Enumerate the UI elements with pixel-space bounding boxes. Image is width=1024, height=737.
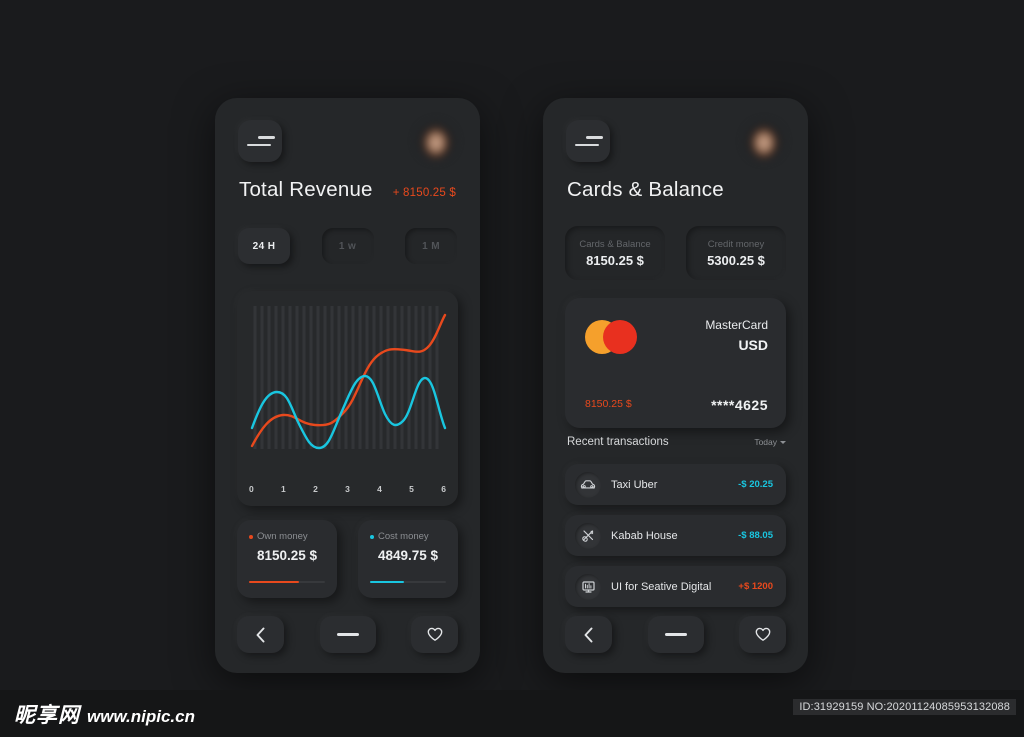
xtick-2: 2: [313, 484, 318, 494]
xtick-5: 5: [409, 484, 414, 494]
site-watermark: 昵享网 www.nipic.cn: [14, 699, 195, 729]
transactions-header: Recent transactions Today: [567, 436, 786, 448]
transactions-filter[interactable]: Today: [754, 437, 786, 447]
xtick-3: 3: [345, 484, 350, 494]
card-amount: 8150.25 $: [585, 398, 632, 410]
range-selector: 24 H 1 w 1 M: [238, 228, 457, 264]
card-brand: MasterCard: [705, 318, 768, 332]
hamburger-menu-icon[interactable]: [566, 120, 610, 162]
balance-card-credit-value: 5300.25 $: [707, 252, 765, 268]
footer-watermark-bar: 昵享网 www.nipic.cn ID:31929159 NO:20201124…: [0, 690, 1024, 737]
money-card-own-track: [249, 580, 325, 583]
phone-left-total-revenue: Total Revenue + 8150.25 $ 24 H 1 w 1 M 0…: [215, 98, 480, 673]
transaction-name: Taxi Uber: [611, 478, 658, 491]
chevron-down-icon: [780, 440, 786, 444]
transactions-filter-label: Today: [754, 437, 777, 447]
revenue-delta: + 8150.25 $: [392, 187, 456, 199]
page-title: Total Revenue: [239, 178, 373, 201]
range-pill-1m[interactable]: 1 M: [405, 228, 457, 264]
chart-gridlines: [253, 306, 439, 449]
legend-dot-cost: [370, 534, 374, 539]
card-brand-block: MasterCard USD: [705, 318, 768, 353]
heart-icon[interactable]: [739, 616, 786, 653]
mastercard-circle-red: [603, 320, 637, 354]
money-card-cost-label-row: Cost money: [370, 531, 446, 542]
screenshot-root: Total Revenue + 8150.25 $ 24 H 1 w 1 M 0…: [0, 0, 1024, 737]
card-currency: USD: [738, 337, 768, 353]
chevron-left-icon[interactable]: [237, 616, 284, 653]
credit-card[interactable]: MasterCard USD 8150.25 $ ****4625: [565, 298, 786, 428]
revenue-chart[interactable]: 0 1 2 3 4 5 6: [237, 291, 458, 506]
page-title: Cards & Balance: [567, 178, 724, 201]
xtick-4: 4: [377, 484, 382, 494]
watermark-url: www.nipic.cn: [87, 707, 195, 726]
xtick-6: 6: [441, 484, 446, 494]
car-icon: [575, 471, 601, 498]
user-avatar[interactable]: [743, 120, 785, 162]
money-card-own-label: Own money: [257, 531, 308, 542]
money-card-own-fill: [249, 580, 300, 583]
transaction-row[interactable]: Taxi Uber -$ 20.25: [565, 464, 786, 505]
balance-card-credit[interactable]: Credit money 5300.25 $: [686, 226, 786, 280]
balance-card-credit-label: Credit money: [707, 238, 765, 250]
mastercard-logo: [585, 320, 637, 354]
left-topbar: [238, 120, 457, 166]
money-card-own[interactable]: Own money 8150.25 $: [237, 520, 337, 598]
money-card-cost-label: Cost money: [378, 531, 429, 542]
transaction-name: Kabab House: [611, 529, 678, 542]
money-card-cost[interactable]: Cost money 4849.75 $: [358, 520, 458, 598]
money-cards: Own money 8150.25 $ Cost money 4849.75 $: [237, 520, 458, 598]
legend-dot-own: [249, 534, 253, 539]
transaction-amount: +$ 1200: [738, 581, 773, 592]
left-bottom-nav: [237, 616, 458, 653]
transaction-name: UI for Seative Digital: [611, 580, 712, 593]
right-topbar: [566, 120, 785, 166]
transaction-amount: -$ 20.25: [738, 479, 773, 490]
dash-icon[interactable]: [319, 616, 376, 653]
hamburger-menu-icon[interactable]: [238, 120, 282, 162]
balance-cards: Cards & Balance 8150.25 $ Credit money 5…: [565, 226, 786, 280]
money-card-own-label-row: Own money: [249, 531, 325, 542]
watermark-logo-cn: 昵享网: [14, 703, 80, 727]
transactions-title: Recent transactions: [567, 436, 669, 448]
xtick-1: 1: [281, 484, 286, 494]
range-pill-24h[interactable]: 24 H: [238, 228, 290, 264]
money-card-own-value: 8150.25 $: [256, 548, 318, 563]
money-card-cost-track: [370, 580, 446, 583]
monitor-icon: [575, 573, 601, 600]
balance-card-cards-value: 8150.25 $: [586, 252, 644, 268]
user-avatar[interactable]: [415, 120, 457, 162]
cutlery-icon: [575, 522, 601, 549]
chart-svg: [250, 306, 447, 450]
transactions-list: Taxi Uber -$ 20.25 Kabab House -$ 88.05 …: [565, 464, 786, 607]
range-pill-1w[interactable]: 1 w: [321, 228, 374, 264]
transaction-row[interactable]: Kabab House -$ 88.05: [565, 515, 786, 556]
heart-icon[interactable]: [411, 616, 458, 653]
balance-card-cards[interactable]: Cards & Balance 8150.25 $: [565, 226, 665, 280]
phone-right-cards-balance: Cards & Balance Cards & Balance 8150.25 …: [543, 98, 808, 673]
right-bottom-nav: [565, 616, 786, 653]
chart-x-axis: 0 1 2 3 4 5 6: [249, 484, 446, 494]
chevron-left-icon[interactable]: [565, 616, 612, 653]
money-card-cost-value: 4849.75 $: [377, 548, 439, 563]
image-id-tag: ID:31929159 NO:20201124085953132088: [793, 699, 1016, 715]
money-card-cost-fill: [370, 580, 405, 583]
transaction-amount: -$ 88.05: [738, 530, 773, 541]
balance-card-cards-label: Cards & Balance: [579, 238, 651, 250]
dash-icon[interactable]: [647, 616, 704, 653]
xtick-0: 0: [249, 484, 254, 494]
card-number: ****4625: [711, 397, 768, 413]
transaction-row[interactable]: UI for Seative Digital +$ 1200: [565, 566, 786, 607]
